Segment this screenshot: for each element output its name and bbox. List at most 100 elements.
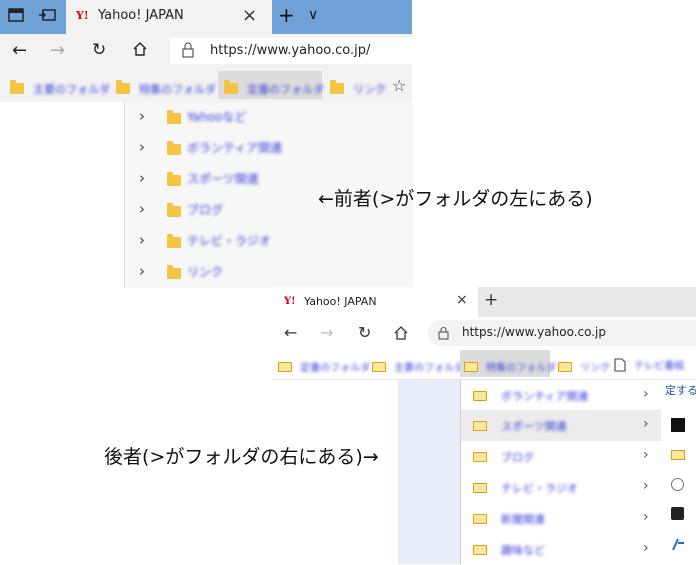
bottom-fav-1[interactable]: 定番のフォルダ xyxy=(278,356,370,375)
folder-icon xyxy=(278,361,292,372)
top-fav-4[interactable]: リンク xyxy=(330,78,386,97)
bottom-fav-4[interactable]: リンク xyxy=(558,356,610,375)
bottom-folder-dropdown: ボランティア関連 › スポーツ関連 › ブログ › テレビ・ラジオ › 新聞関連… xyxy=(460,380,662,564)
folder-icon xyxy=(473,452,487,462)
bottom-dropdown-item[interactable]: ボランティア関連 › xyxy=(461,380,661,411)
top-dropdown-item-label: スポーツ関連 xyxy=(187,172,259,186)
folder-icon xyxy=(116,80,130,94)
back-icon[interactable]: ← xyxy=(284,323,297,342)
home-icon[interactable] xyxy=(394,325,408,344)
back-icon[interactable]: ← xyxy=(12,40,27,61)
folder-icon xyxy=(167,141,181,155)
top-fav-3[interactable]: 定番のフォルダ xyxy=(224,78,324,97)
chevron-right-icon: › xyxy=(643,447,649,463)
page-content-background xyxy=(398,380,460,564)
folder-icon xyxy=(473,545,487,555)
tab-preview-icon[interactable] xyxy=(8,7,24,27)
top-fav-4-label: リンク xyxy=(353,83,387,96)
bottom-fav-4-label: リンク xyxy=(580,363,611,374)
folder-icon xyxy=(167,203,181,217)
bottom-fav-2[interactable]: 主要のフォルダ xyxy=(372,356,464,375)
top-dropdown-item[interactable]: › リンク xyxy=(125,257,413,287)
top-dropdown-item-label: テレビ・ラジオ xyxy=(187,234,271,248)
chevron-right-icon: › xyxy=(643,416,649,432)
top-fav-2[interactable]: 特集のフォルダ xyxy=(116,78,216,97)
chevron-right-icon: › xyxy=(643,509,649,525)
caption-latter: 後者(>がフォルダの右にある)→ xyxy=(104,446,379,468)
chevron-right-icon: › xyxy=(139,231,145,249)
refresh-icon[interactable]: ↻ xyxy=(358,323,371,342)
top-dropdown-item-label: ボランティア関連 xyxy=(187,141,283,155)
bottom-submenu-preview: 定する xyxy=(661,380,696,564)
baseball-icon xyxy=(671,478,684,491)
site-favicon xyxy=(671,507,684,520)
bottom-dropdown-item-selected[interactable]: スポーツ関連 › xyxy=(461,410,661,441)
folder-icon xyxy=(473,391,487,401)
bottom-dropdown-item[interactable]: テレビ・ラジオ › xyxy=(461,472,661,503)
forward-icon[interactable]: → xyxy=(320,323,333,342)
bottom-tab-title: Yahoo! JAPAN xyxy=(304,295,377,308)
folder-icon xyxy=(473,483,487,493)
folder-icon xyxy=(464,361,478,372)
bottom-dropdown-item-label: テレビ・ラジオ xyxy=(501,482,578,495)
top-dropdown-item[interactable]: › Yahooなど xyxy=(125,102,413,132)
bottom-fav-3[interactable]: 特集のフォルダ xyxy=(464,356,556,375)
chevron-right-icon: › xyxy=(643,478,649,494)
bottom-fav-1-label: 定番のフォルダ xyxy=(300,363,371,374)
set-aside-tabs-icon[interactable] xyxy=(38,7,56,27)
chevron-right-icon: › xyxy=(139,200,145,218)
bottom-dropdown-item[interactable]: ブログ › xyxy=(461,441,661,472)
folder-icon xyxy=(330,80,344,94)
bottom-tab-close-button[interactable]: × xyxy=(456,292,468,308)
chevron-right-icon: › xyxy=(139,262,145,280)
top-dropdown-item-label: ブログ xyxy=(187,203,224,217)
yahoo-favicon: Y! xyxy=(284,296,296,307)
top-fav-1-label: 主要のフォルダ xyxy=(33,83,111,96)
yahoo-favicon: Y! xyxy=(76,9,89,22)
bottom-dropdown-item-label: ブログ xyxy=(501,451,534,464)
top-new-tab-button[interactable]: + xyxy=(278,3,295,27)
bottom-fav-5[interactable]: テレビ番組 xyxy=(614,354,684,373)
page-icon xyxy=(614,354,631,373)
lock-icon xyxy=(182,42,194,62)
home-icon[interactable] xyxy=(132,41,148,61)
top-dropdown-item-label: リンク xyxy=(187,265,224,279)
forward-icon[interactable]: → xyxy=(50,40,65,61)
folder-icon xyxy=(671,450,685,460)
bottom-new-tab-button[interactable]: + xyxy=(484,290,498,310)
bottom-url-field[interactable]: https://www.yahoo.co.jp xyxy=(428,320,696,346)
site-favicon xyxy=(671,536,685,551)
lock-icon xyxy=(438,325,449,344)
folder-icon xyxy=(10,80,24,94)
top-fav-3-label: 定番のフォルダ xyxy=(247,83,325,96)
refresh-icon[interactable]: ↻ xyxy=(92,40,106,60)
folder-icon xyxy=(473,421,487,431)
caption-former: ←前者(>がフォルダの左にある) xyxy=(318,188,593,210)
bottom-dropdown-item[interactable]: 新聞関連 › xyxy=(461,503,661,534)
folder-icon xyxy=(558,361,572,372)
top-url-text: https://www.yahoo.co.jp/ xyxy=(210,43,371,58)
folder-icon xyxy=(167,172,181,186)
bottom-fav-2-label: 主要のフォルダ xyxy=(394,363,465,374)
top-dropdown-item[interactable]: › テレビ・ラジオ xyxy=(125,226,413,256)
top-tab-close-button[interactable]: × xyxy=(242,5,257,26)
bottom-fav-5-label: テレビ番組 xyxy=(634,361,685,372)
bottom-fav-3-label: 特集のフォルダ xyxy=(486,363,557,374)
chevron-right-icon: › xyxy=(139,107,145,125)
add-favorite-star-icon[interactable]: ☆ xyxy=(392,76,406,95)
folder-icon xyxy=(372,361,386,372)
bottom-dropdown-item-label: ボランティア関連 xyxy=(501,390,589,403)
chevron-right-icon: › xyxy=(139,138,145,156)
page-side-text: 定する xyxy=(665,384,696,397)
top-dropdown-item-label: Yahooなど xyxy=(187,110,247,124)
bottom-dropdown-item-label: スポーツ関連 xyxy=(501,420,567,433)
top-url-field[interactable]: https://www.yahoo.co.jp/ xyxy=(170,38,412,64)
folder-icon xyxy=(167,110,181,124)
top-fav-1[interactable]: 主要のフォルダ xyxy=(10,78,110,97)
bottom-dropdown-item[interactable]: 趣味など › xyxy=(461,534,661,565)
folder-icon xyxy=(167,265,181,279)
chevron-right-icon: › xyxy=(139,169,145,187)
site-favicon xyxy=(671,418,685,432)
top-dropdown-item[interactable]: › ボランティア関連 xyxy=(125,133,413,163)
top-tab-menu-button[interactable]: ∨ xyxy=(308,7,318,23)
